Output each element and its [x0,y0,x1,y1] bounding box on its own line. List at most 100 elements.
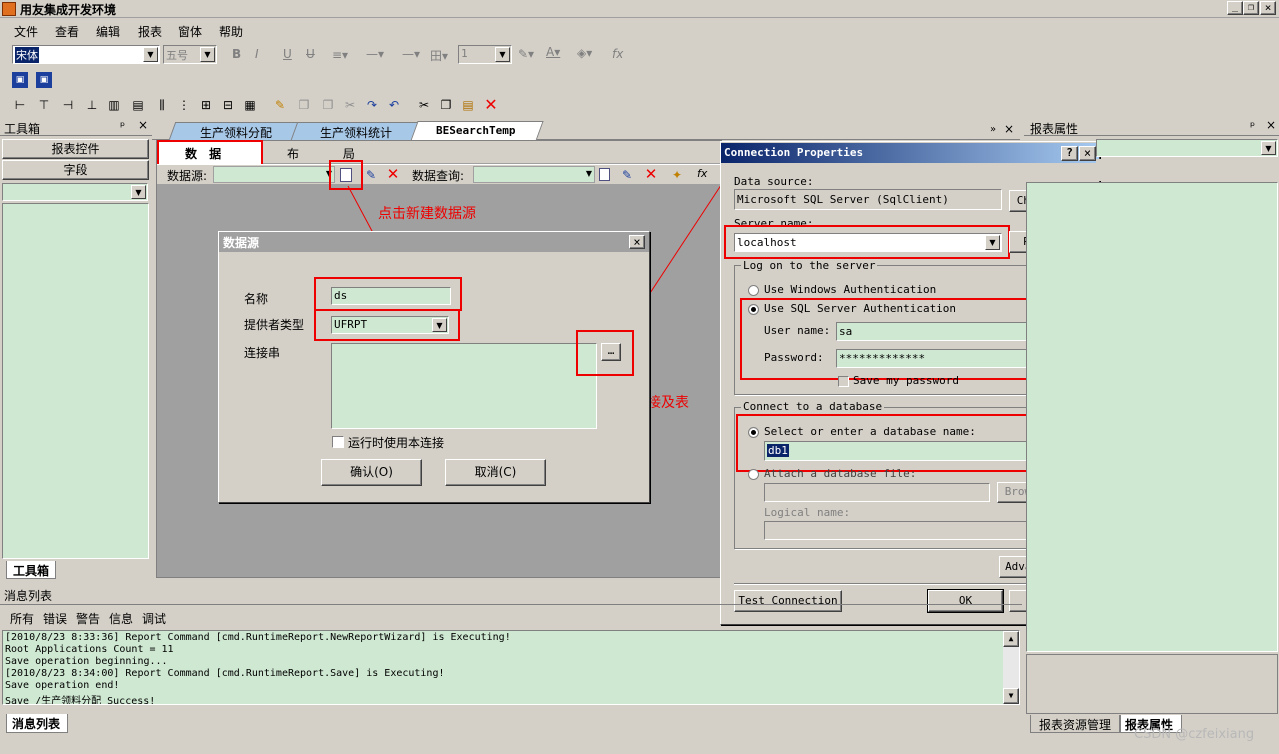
menu-report[interactable]: 报表 [138,23,162,40]
properties-header: 报表属性 ᵖ × [1024,118,1279,136]
add-field-icon[interactable]: ✦ [669,167,685,183]
pen-color-icon[interactable]: ✎▾ [518,47,534,61]
fill-color-icon[interactable]: ◈▾ [577,46,592,60]
menu-help[interactable]: 帮助 [219,23,243,40]
select-db-radio[interactable] [748,427,759,438]
toolbox-tab[interactable]: 工具箱 [6,561,56,579]
connection-browse-button[interactable]: … [601,343,621,361]
border-icon[interactable]: 田▾ [430,47,448,64]
tab-resource-manager[interactable]: 报表资源管理 [1030,715,1120,733]
delete-icon[interactable]: ✕ [483,95,499,114]
line-width-icon[interactable]: —▾ [402,47,420,61]
report-controls-button[interactable]: 报表控件 [2,139,149,159]
clear-format-icon[interactable]: ✂ [342,97,358,113]
menu-file[interactable]: 文件 [14,23,38,40]
close-button[interactable]: × [1260,1,1276,15]
new-document-icon [340,168,352,182]
properties-combo[interactable]: ▼ [1096,139,1278,157]
pin-icon[interactable]: ᵖ [120,119,125,133]
filter-error[interactable]: 错误 [43,610,67,627]
number-combo[interactable]: 1 ▼ [458,45,512,64]
cancel-button[interactable]: 取消(C) [445,459,546,486]
underline-icon[interactable]: U [283,47,292,61]
provider-label: 提供者类型 [244,318,305,332]
copy-icon[interactable]: ❐ [438,97,454,113]
toolbox-combo[interactable]: ▼ [2,183,148,201]
undo-icon[interactable]: ↶ [386,97,402,113]
log-scrollbar[interactable]: ▲ ▼ [1003,631,1019,704]
tab-close-icon[interactable]: × [1004,122,1014,136]
edit-query-icon[interactable]: ✎ [619,167,635,183]
cut-icon[interactable]: ✂ [416,97,432,113]
filter-debug[interactable]: 调试 [142,610,166,627]
align-top-icon[interactable]: ⊤ [36,97,52,113]
attach-db-radio[interactable] [748,469,759,480]
filter-info[interactable]: 信息 [109,610,133,627]
italic-icon[interactable]: I [255,47,259,61]
query-combo[interactable]: ▼ [473,166,595,183]
align-left-icon[interactable]: ⊢ [12,97,28,113]
close-icon[interactable]: × [629,235,645,249]
provider-combo[interactable]: UFRPT ▼ [331,316,449,334]
runtime-checkbox[interactable] [332,436,344,448]
grid-icon[interactable]: ▦ [242,97,258,113]
filter-all[interactable]: 所有 [10,610,34,627]
menu-edit[interactable]: 编辑 [96,23,120,40]
align-right-icon[interactable]: ⊣ [60,97,76,113]
same-width-icon[interactable]: ▥ [106,97,122,113]
align-icon[interactable]: ≡▾ [332,48,348,62]
formula-icon[interactable]: fx [697,167,707,180]
ok-button[interactable]: 确认(O) [321,459,422,486]
layout-icon[interactable]: ⊟ [220,97,236,113]
save-icon[interactable]: ▣ [12,72,28,88]
font-combo[interactable]: 宋体 ▼ [12,45,160,64]
sql-auth-radio[interactable] [748,304,759,315]
menu-view[interactable]: 查看 [55,23,79,40]
message-tab[interactable]: 消息列表 [6,714,68,733]
line-style-icon[interactable]: —▾ [366,47,384,61]
strike-icon[interactable]: U [306,47,315,61]
attach-db-field[interactable] [764,483,990,502]
font-color-icon[interactable]: A▾ [546,45,560,59]
save-password-checkbox[interactable] [838,376,849,387]
new-datasource-button[interactable] [329,160,363,190]
name-field[interactable]: ds [331,287,451,305]
save-all-icon[interactable]: ▣ [36,72,52,88]
paste-icon[interactable]: ▤ [460,97,476,113]
fields-button[interactable]: 字段 [2,160,149,180]
align-bottom-icon[interactable]: ⊥ [84,97,100,113]
restore-button[interactable]: ❐ [1243,1,1259,15]
connection-textarea[interactable] [331,343,597,429]
number-value: 1 [461,47,468,60]
group-icon[interactable]: ⊞ [198,97,214,113]
delete-datasource-icon[interactable]: ✕ [385,165,401,183]
tab-list-icon[interactable]: » [990,124,996,135]
formula-icon[interactable]: fx [612,47,623,61]
new-query-icon[interactable] [599,168,610,181]
redo-icon[interactable]: ↷ [364,97,380,113]
close-icon[interactable]: × [138,118,148,132]
brush-icon[interactable]: ✎ [272,97,288,113]
space-vertical-icon[interactable]: ⋮ [176,97,192,113]
paste-format-icon[interactable]: ❐ [320,97,336,113]
edit-datasource-icon[interactable]: ✎ [363,167,379,183]
size-combo[interactable]: 五号 ▼ [163,45,217,64]
delete-query-icon[interactable]: ✕ [643,165,659,183]
minimize-button[interactable]: _ [1227,1,1243,15]
scroll-up-icon[interactable]: ▲ [1003,631,1019,647]
bold-icon[interactable]: B [232,47,241,61]
datasource-dialog-title: 数据源 [223,236,260,250]
subtab-data[interactable]: 数 据 [157,140,263,166]
space-horizontal-icon[interactable]: ⫼ [154,97,170,113]
windows-auth-radio[interactable] [748,285,759,296]
close-icon[interactable]: × [1266,118,1276,132]
scroll-down-icon[interactable]: ▼ [1003,688,1019,704]
server-name-combo[interactable]: localhost ▼ [734,233,1002,252]
copy-format-icon[interactable]: ❐ [296,97,312,113]
menu-window[interactable]: 窗体 [178,23,202,40]
subtab-layout[interactable]: 布 局 [287,145,375,162]
same-height-icon[interactable]: ▤ [130,97,146,113]
pin-icon[interactable]: ᵖ [1250,119,1255,133]
datasource-combo[interactable]: ▼ [213,166,335,183]
filter-warning[interactable]: 警告 [76,610,100,627]
